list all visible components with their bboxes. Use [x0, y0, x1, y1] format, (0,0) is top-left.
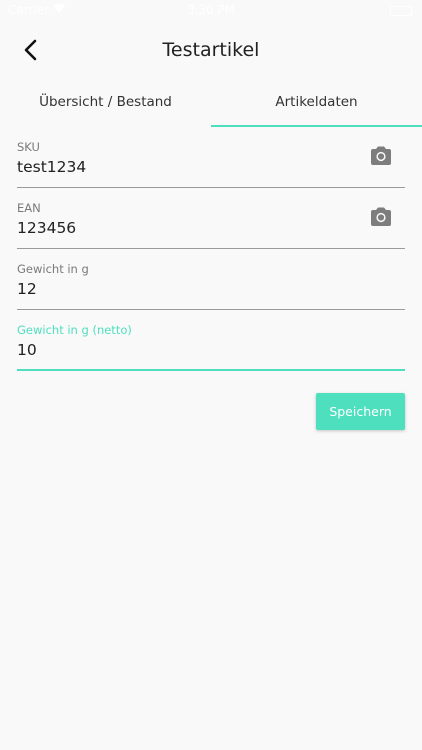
- nav-bar: Testartikel: [0, 22, 422, 78]
- battery-icon: [390, 6, 412, 16]
- weight-field: Gewicht in g: [17, 249, 405, 310]
- page-title: Testartikel: [162, 39, 260, 61]
- net-weight-field: Gewicht in g (netto): [17, 310, 405, 371]
- ean-label: EAN: [17, 201, 41, 215]
- weight-input[interactable]: [17, 278, 347, 300]
- save-button[interactable]: Speichern: [316, 393, 405, 430]
- net-weight-label: Gewicht in g (netto): [17, 323, 132, 337]
- tab-overview-label: Übersicht / Bestand: [39, 94, 172, 110]
- back-button[interactable]: [14, 34, 46, 66]
- ean-input[interactable]: [17, 217, 347, 239]
- sku-field: SKU: [17, 127, 405, 188]
- app-screen: Carrier 3:30 PM Testartikel Übersicht / …: [0, 0, 422, 750]
- camera-icon: [371, 146, 391, 165]
- sku-input[interactable]: [17, 156, 347, 178]
- tab-article-data[interactable]: Artikeldaten: [211, 80, 422, 127]
- sku-label: SKU: [17, 140, 40, 154]
- status-bar: Carrier 3:30 PM: [0, 0, 422, 22]
- ean-camera-button[interactable]: [369, 206, 393, 228]
- chevron-left-icon: [24, 39, 37, 61]
- status-time: 3:30 PM: [186, 3, 236, 17]
- article-form: SKU EAN Gewicht in g: [0, 127, 422, 371]
- net-weight-input[interactable]: [17, 339, 347, 361]
- weight-label: Gewicht in g: [17, 262, 89, 276]
- tab-article-data-label: Artikeldaten: [275, 94, 358, 110]
- sku-camera-button[interactable]: [369, 145, 393, 167]
- ean-field: EAN: [17, 188, 405, 249]
- tab-overview[interactable]: Übersicht / Bestand: [0, 80, 211, 127]
- tab-bar: Übersicht / Bestand Artikeldaten: [0, 80, 422, 127]
- camera-icon: [371, 207, 391, 226]
